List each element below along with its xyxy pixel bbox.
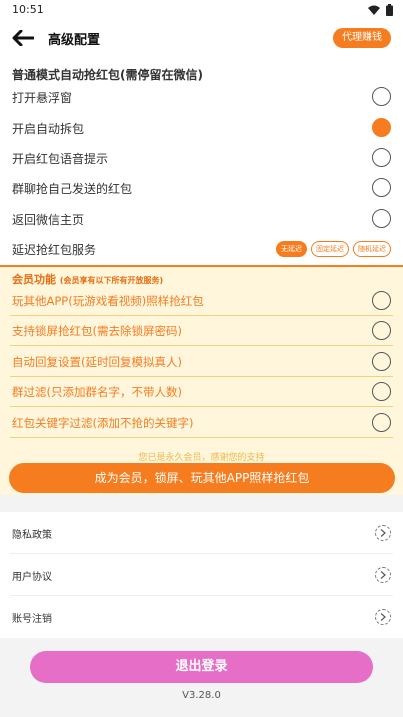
radio-own-packets[interactable] xyxy=(372,178,391,197)
member-label: 自动回复设置(延时回复模拟真人) xyxy=(12,355,182,369)
chevron-right-icon xyxy=(375,525,391,541)
chip-random-delay[interactable]: 随机延迟 xyxy=(353,241,391,257)
radio-auto-open[interactable] xyxy=(372,118,391,137)
setting-label: 返回微信主页 xyxy=(12,213,85,227)
logout-button[interactable]: 退出登录 xyxy=(30,651,373,683)
link-account-cancel[interactable]: 账号注销 xyxy=(0,596,403,638)
back-button[interactable] xyxy=(10,26,36,50)
member-label: 支持锁屏抢红包(需去除锁屏密码) xyxy=(12,324,182,338)
member-label: 红包关键字过滤(添加不抢的关键字) xyxy=(12,416,194,430)
member-item-auto-reply[interactable]: 自动回复设置(延时回复模拟真人) xyxy=(0,346,403,377)
member-label: 玩其他APP(玩游戏看视频)照样抢红包 xyxy=(12,294,204,308)
page-title: 高级配置 xyxy=(48,33,101,48)
links-section: 隐私政策 用户协议 账号注销 xyxy=(0,512,403,638)
setting-label: 打开悬浮窗 xyxy=(12,91,73,105)
member-label: 群过滤(只添加群名字，不带人数) xyxy=(12,385,182,399)
radio-group-filter[interactable] xyxy=(372,382,391,401)
setting-label: 开启自动拆包 xyxy=(12,122,85,136)
chip-fixed-delay[interactable]: 固定延迟 xyxy=(311,241,349,257)
link-privacy-policy[interactable]: 隐私政策 xyxy=(0,512,403,554)
radio-floating-window[interactable] xyxy=(372,87,391,106)
setting-voice-prompt[interactable]: 开启红包语音提示 xyxy=(0,143,403,173)
setting-floating-window[interactable]: 打开悬浮窗 xyxy=(0,82,403,112)
back-arrow-icon xyxy=(12,30,34,46)
link-label: 用户协议 xyxy=(12,572,52,583)
link-label: 账号注销 xyxy=(12,614,52,625)
radio-voice-prompt[interactable] xyxy=(372,148,391,167)
setting-label: 群聊抢自己发送的红包 xyxy=(12,182,133,196)
agent-earn-button[interactable]: 代理赚钱 xyxy=(333,28,391,48)
chevron-right-icon xyxy=(375,609,391,625)
battery-icon xyxy=(386,4,393,16)
radio-keyword-filter[interactable] xyxy=(372,413,391,432)
delay-label: 延迟抢红包服务 xyxy=(12,243,97,257)
link-label: 隐私政策 xyxy=(12,530,52,541)
chevron-right-icon xyxy=(375,567,391,583)
radio-lock-screen[interactable] xyxy=(372,321,391,340)
status-icons xyxy=(368,4,393,16)
setting-label: 开启红包语音提示 xyxy=(12,152,109,166)
status-time: 10:51 xyxy=(12,3,44,16)
normal-mode-title: 普通模式自动抢红包(需停留在微信) xyxy=(12,68,203,82)
setting-delay: 延迟抢红包服务 无延迟 固定延迟 随机延迟 xyxy=(0,234,403,264)
member-item-group-filter[interactable]: 群过滤(只添加群名字，不带人数) xyxy=(0,376,403,407)
wifi-icon xyxy=(368,5,380,15)
normal-mode-section: 普通模式自动抢红包(需停留在微信) 打开悬浮窗 开启自动拆包 开启红包语音提示 … xyxy=(0,56,403,265)
become-member-button[interactable]: 成为会员，锁屏、玩其他APP照样抢红包 xyxy=(9,463,395,493)
member-section: 会员功能 (会员享有以下所有开放服务) 玩其他APP(玩游戏看视频)照样抢红包 … xyxy=(0,265,403,495)
link-user-agreement[interactable]: 用户协议 xyxy=(0,554,403,596)
radio-return-home[interactable] xyxy=(372,209,391,228)
member-item-keyword-filter[interactable]: 红包关键字过滤(添加不抢的关键字) xyxy=(0,407,403,438)
member-item-lock-screen[interactable]: 支持锁屏抢红包(需去除锁屏密码) xyxy=(0,315,403,346)
radio-auto-reply[interactable] xyxy=(372,352,391,371)
setting-own-packets[interactable]: 群聊抢自己发送的红包 xyxy=(0,173,403,203)
app-version: V3.28.0 xyxy=(182,690,221,701)
member-title-note: (会员享有以下所有开放服务) xyxy=(59,276,164,285)
status-bar: 10:51 xyxy=(0,0,403,20)
chip-no-delay[interactable]: 无延迟 xyxy=(276,241,307,257)
setting-return-home[interactable]: 返回微信主页 xyxy=(0,204,403,234)
radio-other-app[interactable] xyxy=(372,291,391,310)
setting-auto-open[interactable]: 开启自动拆包 xyxy=(0,113,403,143)
member-status-note: 您已是永久会员，感谢您的支持 xyxy=(138,453,265,463)
member-item-other-app[interactable]: 玩其他APP(玩游戏看视频)照样抢红包 xyxy=(0,285,403,316)
app-bar: 高级配置 代理赚钱 xyxy=(0,20,403,56)
delay-options: 无延迟 固定延迟 随机延迟 xyxy=(276,241,391,257)
